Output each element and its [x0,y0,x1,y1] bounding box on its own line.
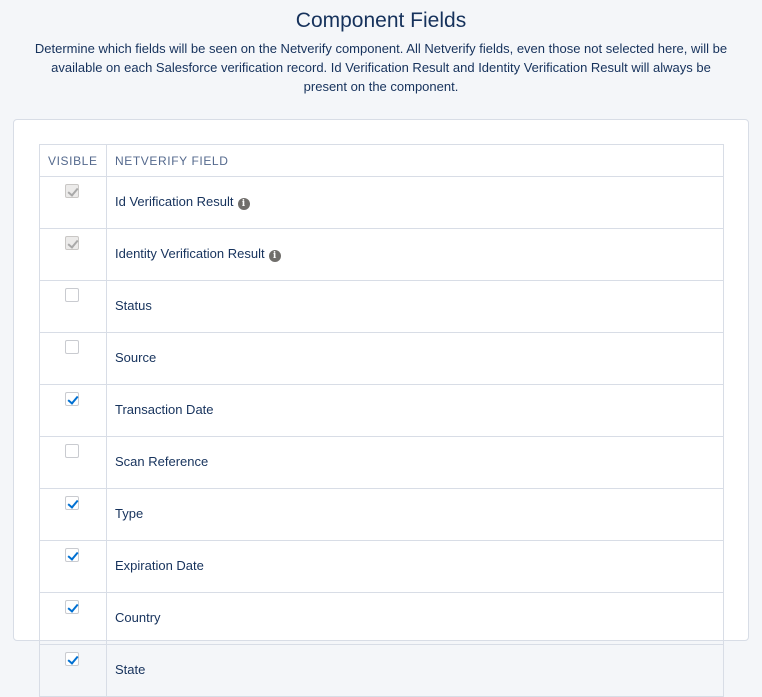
checkmark-icon [67,237,79,249]
visible-cell [39,176,107,229]
field-cell: Scan Reference [106,436,724,489]
visible-cell [39,644,107,697]
visible-checkbox[interactable] [65,340,79,354]
visible-checkbox[interactable] [65,600,79,614]
column-header-field: NETVERIFY FIELD [106,144,724,177]
checkmark-icon [67,393,79,405]
field-label: Expiration Date [115,557,204,573]
field-label: Country [115,609,161,625]
checkmark-icon [67,601,79,613]
visible-cell [39,384,107,437]
visible-checkbox [65,184,79,198]
table-row: Id Verification Result i [39,176,724,229]
field-cell: Country [106,592,724,645]
field-label: Type [115,505,144,521]
visible-cell [39,332,107,385]
visible-cell [39,488,107,541]
visible-checkbox[interactable] [65,652,79,666]
table-row: Scan Reference [39,436,724,489]
field-cell: Id Verification Result i [106,176,724,229]
checkmark-icon [67,497,79,509]
visible-cell [39,592,107,645]
info-icon[interactable]: i [268,250,281,263]
visible-checkbox[interactable] [65,444,79,458]
column-header-visible: VISIBLE [39,144,107,177]
field-cell: State [106,644,724,697]
field-cell: Status [106,280,724,333]
table-header-row: VISIBLE NETVERIFY FIELD [39,144,724,177]
field-cell: Transaction Date [106,384,724,437]
field-cell: Type [106,488,724,541]
table-row: Transaction Date [39,384,724,437]
visible-cell [39,228,107,281]
visible-cell [39,540,107,593]
table-row: Expiration Date [39,540,724,593]
page-title: Component Fields [295,9,467,32]
visible-checkbox [65,236,79,250]
visible-checkbox[interactable] [65,392,79,406]
visible-cell [39,436,107,489]
table-row: Source [39,332,724,385]
checkmark-icon [67,653,79,665]
field-cell: Source [106,332,724,385]
table-row: Type [39,488,724,541]
field-label: Id Verification Result [115,193,234,209]
field-label: State [115,661,146,677]
table-row: Identity Verification Result i [39,228,724,281]
visible-checkbox[interactable] [65,288,79,302]
field-label: Status [115,297,152,313]
checkmark-icon [67,549,79,561]
checkmark-icon [67,185,79,197]
info-icon[interactable]: i [237,198,250,211]
header: Component Fields Determine which fields … [0,0,762,96]
fields-card: VISIBLE NETVERIFY FIELD Id Verification … [13,119,749,697]
field-cell: Identity Verification Result i [106,228,724,281]
field-label: Transaction Date [115,401,214,417]
field-label: Identity Verification Result [115,245,265,261]
table-row: State [39,644,724,697]
field-label: Scan Reference [115,453,209,469]
table-row: Country [39,592,724,645]
page-description: Determine which fields will be seen on t… [34,41,728,94]
visible-checkbox[interactable] [65,496,79,510]
visible-cell [39,280,107,333]
field-label: Source [115,349,157,365]
field-cell: Expiration Date [106,540,724,593]
fields-table: VISIBLE NETVERIFY FIELD Id Verification … [39,144,724,697]
visible-checkbox[interactable] [65,548,79,562]
table-row: Status [39,280,724,333]
